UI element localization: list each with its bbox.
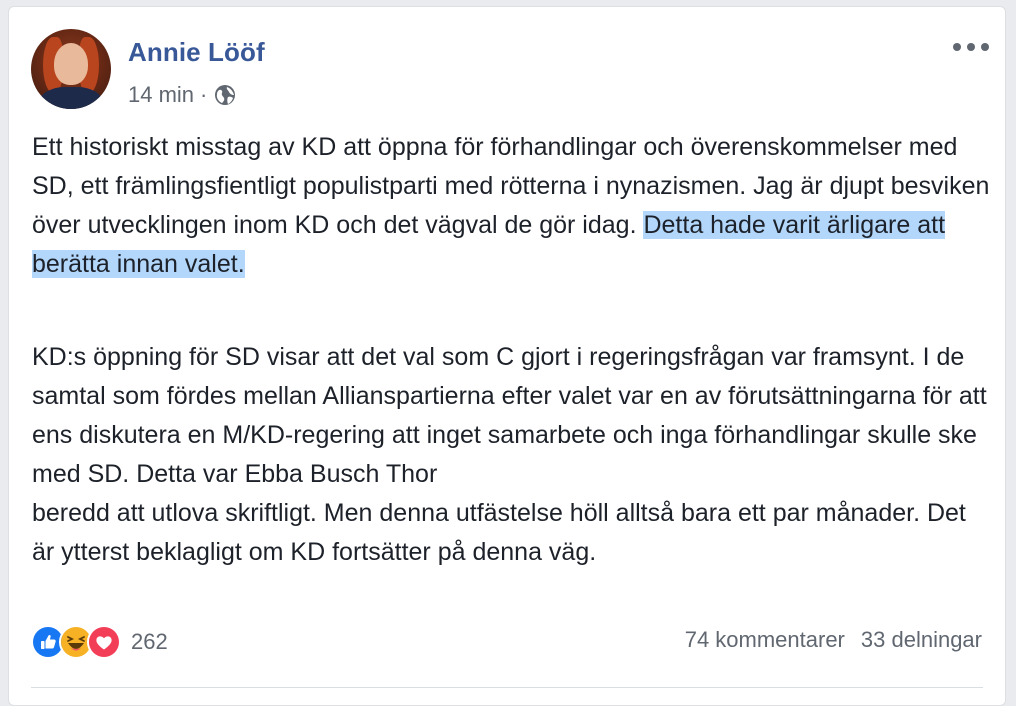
avatar[interactable] — [31, 29, 111, 109]
meta-separator: · — [200, 82, 208, 107]
comments-link[interactable]: 74 kommentarer — [685, 627, 845, 653]
post-paragraph-1: Ett historiskt misstag av KD att öppna f… — [32, 128, 992, 284]
shares-link[interactable]: 33 delningar — [861, 627, 982, 653]
reaction-count[interactable]: 262 — [131, 629, 168, 655]
post-card: Annie Lööf 14 min · Ett historiskt misst… — [8, 6, 1006, 706]
dot-icon — [981, 43, 989, 51]
paragraph-text: beredd att utlova skriftligt. Men denna … — [32, 499, 966, 566]
avatar-body — [39, 87, 103, 109]
paragraph-text: KD:s öppning för SD visar att det val so… — [32, 343, 987, 488]
post-time[interactable]: 14 min — [128, 82, 194, 108]
more-options-icon[interactable] — [953, 37, 989, 57]
avatar-face — [54, 43, 88, 85]
love-icon — [87, 625, 121, 659]
globe-icon[interactable] — [213, 83, 237, 107]
dot-icon — [967, 43, 975, 51]
divider — [31, 687, 983, 688]
post-meta: 14 min · — [128, 81, 237, 109]
author-name[interactable]: Annie Lööf — [128, 37, 265, 68]
post-paragraph-2: KD:s öppning för SD visar att det val so… — [32, 338, 992, 572]
post-stats: 74 kommentarer 33 delningar — [685, 627, 982, 653]
dot-icon — [953, 43, 961, 51]
reactions-summary[interactable]: 262 — [31, 624, 168, 660]
